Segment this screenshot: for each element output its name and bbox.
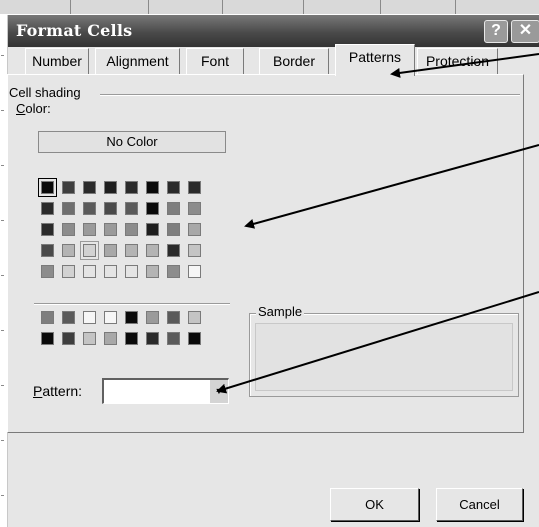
color-swatch[interactable] [125,223,138,236]
color-swatch[interactable] [188,244,201,257]
color-swatch[interactable] [146,311,159,324]
color-swatch[interactable] [62,265,75,278]
sample-preview [255,323,513,391]
color-swatch[interactable] [104,311,117,324]
color-swatch[interactable] [167,181,180,194]
color-swatch[interactable] [146,202,159,215]
dialog-title: Format Cells [16,21,133,40]
color-swatch[interactable] [62,181,75,194]
ok-button[interactable]: OK [330,488,419,521]
color-label: Color: [16,101,51,116]
color-swatch[interactable] [146,265,159,278]
dropdown-arrow-button[interactable]: ▼ [209,380,228,403]
no-color-button[interactable]: No Color [38,131,226,153]
color-swatch[interactable] [83,332,96,345]
color-swatch[interactable] [83,265,96,278]
color-swatch[interactable] [83,202,96,215]
group-divider [100,94,520,96]
palette-divider [34,303,230,305]
tab-border[interactable]: Border [259,48,329,74]
color-swatch[interactable] [146,181,159,194]
close-icon: ✕ [518,22,533,39]
color-swatch[interactable] [62,311,75,324]
color-swatch[interactable] [83,311,96,324]
color-swatch[interactable] [167,244,180,257]
close-button[interactable]: ✕ [511,20,539,43]
color-swatch[interactable] [62,202,75,215]
color-swatch[interactable] [146,223,159,236]
color-swatch[interactable] [146,332,159,345]
color-swatch[interactable] [62,223,75,236]
color-swatch[interactable] [188,265,201,278]
color-swatch[interactable] [188,311,201,324]
pattern-label: Pattern: [33,383,83,399]
color-swatch[interactable] [167,223,180,236]
color-swatch[interactable] [146,244,159,257]
color-swatch[interactable] [125,265,138,278]
spreadsheet-background-strip [0,0,539,14]
tab-protection[interactable]: Protection [417,48,498,74]
cancel-button[interactable]: Cancel [436,488,523,521]
color-swatch[interactable] [38,178,57,197]
color-swatch[interactable] [188,181,201,194]
color-swatch[interactable] [41,244,54,257]
tab-patterns[interactable]: Patterns [335,44,415,76]
color-swatch[interactable] [167,311,180,324]
color-swatch[interactable] [125,202,138,215]
color-swatch[interactable] [104,265,117,278]
color-swatch[interactable] [41,332,54,345]
help-button[interactable]: ? [484,20,508,43]
cell-shading-group-label: Cell shading [9,85,81,100]
color-swatch[interactable] [62,244,75,257]
tab-font[interactable]: Font [186,48,244,74]
spreadsheet-background-edge [0,15,6,527]
color-swatch[interactable] [41,223,54,236]
dialog-titlebar[interactable]: Format Cells ? ✕ [8,15,539,47]
color-swatch[interactable] [104,223,117,236]
color-swatch[interactable] [41,265,54,278]
color-swatch[interactable] [104,244,117,257]
color-swatch[interactable] [125,332,138,345]
color-swatch[interactable] [62,332,75,345]
tab-number[interactable]: Number [25,48,89,74]
color-swatch[interactable] [125,244,138,257]
color-swatch[interactable] [125,311,138,324]
sample-label: Sample [256,304,305,319]
color-swatch[interactable] [104,332,117,345]
color-swatch[interactable] [83,223,96,236]
pattern-dropdown[interactable]: ▼ [102,378,229,404]
color-swatch[interactable] [188,223,201,236]
color-swatch[interactable] [125,181,138,194]
color-swatch[interactable] [167,332,180,345]
tab-alignment[interactable]: Alignment [95,48,180,74]
color-swatch[interactable] [83,181,96,194]
color-swatch[interactable] [188,202,201,215]
color-swatch[interactable] [188,332,201,345]
chevron-down-icon: ▼ [214,386,224,396]
color-swatch[interactable] [104,181,117,194]
color-swatch[interactable] [167,265,180,278]
color-swatch[interactable] [167,202,180,215]
color-swatch[interactable] [104,202,117,215]
color-swatch[interactable] [41,311,54,324]
color-swatch[interactable] [80,241,99,260]
color-swatch[interactable] [41,202,54,215]
